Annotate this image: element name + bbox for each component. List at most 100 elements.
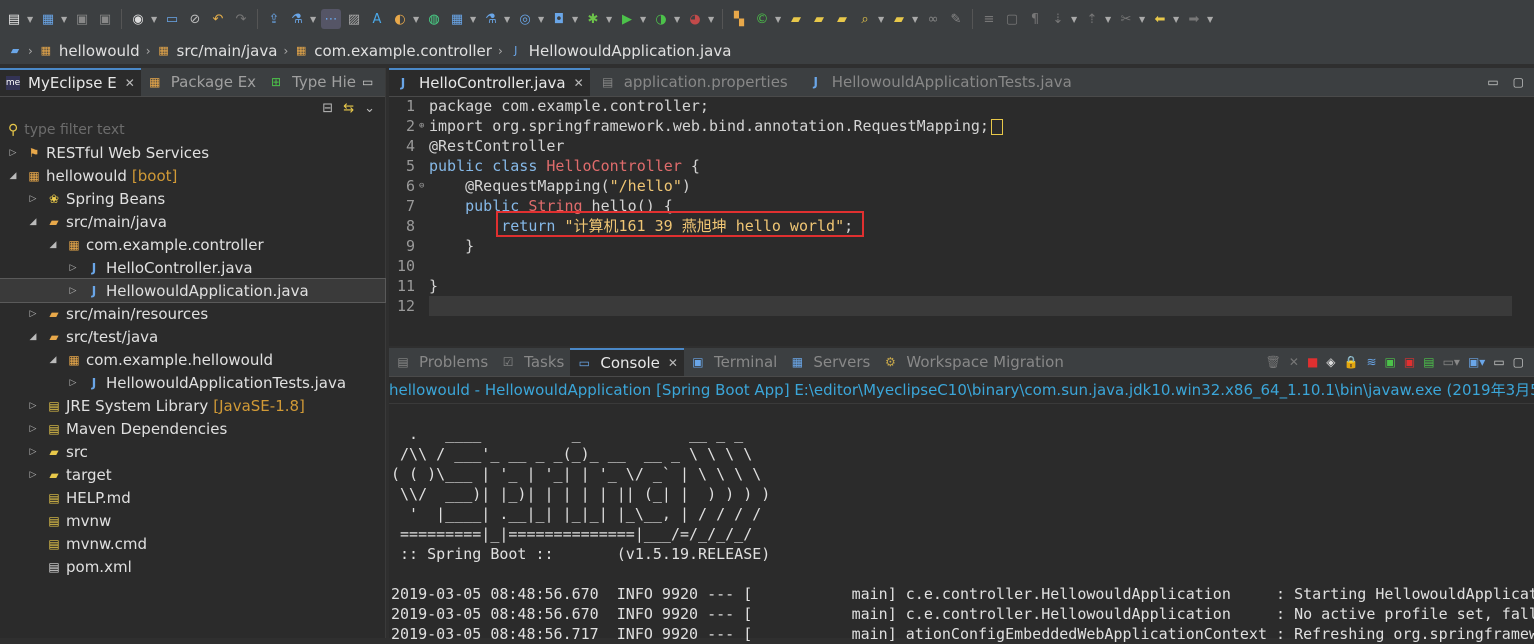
undo-icon[interactable]: ↶ [208,9,228,29]
display-icon[interactable]: ▭ [162,9,182,29]
code-line[interactable]: 1 package com.example.controller; [389,96,1534,116]
code-line[interactable]: 9 } [389,236,1534,256]
expanded-arrow-icon[interactable]: ◢ [28,217,38,227]
new-class-icon[interactable]: ▦ [38,9,58,29]
run-icon[interactable]: ▶ [617,9,637,29]
new-package-icon[interactable]: ▚ [729,9,749,29]
word-wrap-icon[interactable]: ≋ [1366,355,1376,369]
tree-item[interactable]: ▷ ⚑ RESTful Web Services [0,141,385,164]
chevron-down-icon[interactable]: ▼ [1207,15,1215,24]
collapsed-arrow-icon[interactable]: ▷ [28,194,38,204]
chevron-down-icon[interactable]: ▼ [470,15,478,24]
chevron-down-icon[interactable]: ▼ [1105,15,1113,24]
fold-toggle-icon[interactable]: ⊕ [419,116,429,136]
close-icon[interactable]: ✕ [668,356,678,370]
clear-console-icon[interactable]: ◈ [1326,355,1335,369]
collapsed-arrow-icon[interactable]: ▷ [68,286,78,296]
tab-application-properties[interactable]: ▤ application.properties [590,68,794,96]
open-type-icon[interactable]: ▰ [809,9,829,29]
next-annotation-icon[interactable]: ⇣ [1048,9,1068,29]
run-config-icon[interactable]: ◑ [651,9,671,29]
tree-item[interactable]: ◢ ▦ com.example.controller [0,233,385,256]
close-icon[interactable]: ✕ [574,76,584,90]
code-line[interactable]: 10 [389,256,1534,276]
globe-icon[interactable]: ◎ [515,9,535,29]
open-console-icon[interactable]: ▣▾ [1468,355,1485,369]
chevron-down-icon[interactable]: ▼ [1173,15,1181,24]
tab-terminal[interactable]: ▣ Terminal [684,348,783,376]
link-with-editor-icon[interactable]: ⇆ [343,101,354,116]
collapsed-arrow-icon[interactable]: ▷ [28,424,38,434]
chart-icon[interactable]: ▨ [344,9,364,29]
chevron-down-icon[interactable]: ▼ [912,15,920,24]
new-icon[interactable]: ▤ [4,9,24,29]
chevron-down-icon[interactable]: ▼ [151,15,159,24]
upload-icon[interactable]: ⇪ [264,9,284,29]
minimize-icon[interactable]: ▭ [1493,355,1504,369]
maximize-icon[interactable]: ▢ [1513,75,1524,89]
link-icon[interactable]: ∞ [923,9,943,29]
breadcrumb-item-source[interactable]: src/main/java [177,42,278,60]
console-output[interactable]: . ____ _ __ _ _ /\\ / ___'_ __ _ _(_)_ _… [389,404,1534,644]
tree-item[interactable]: ▤ pom.xml [0,555,385,578]
tree-item[interactable]: ▷ ▤ Maven Dependencies [0,417,385,440]
chevron-down-icon[interactable]: ▼ [606,15,614,24]
tree-item[interactable]: ▷ ▰ src [0,440,385,463]
breadcrumb-item-package[interactable]: com.example.controller [314,42,492,60]
back-icon[interactable]: ⬅ [1150,9,1170,29]
code-line[interactable]: 2 ⊕ import org.springframework.web.bind.an… [389,116,1534,136]
tree-item[interactable]: ▤ mvnw [0,509,385,532]
palette-icon[interactable]: ◐ [390,9,410,29]
tab-hellocontroller[interactable]: J HelloController.java ✕ [389,68,590,96]
debug-icon[interactable]: ⊘ [185,9,205,29]
chevron-down-icon[interactable]: ▼ [572,15,580,24]
remove-all-icon[interactable]: ✕ [1289,355,1299,369]
pin-icon[interactable]: ✂ [1116,9,1136,29]
expanded-arrow-icon[interactable]: ◢ [28,332,38,342]
expanded-arrow-icon[interactable]: ◢ [48,355,58,365]
save-all-icon[interactable]: ▣ [95,9,115,29]
minimize-icon[interactable]: ▭ [362,75,373,89]
terminate-icon[interactable]: ■ [1307,355,1318,369]
tree-item[interactable]: ◢ ▰ src/main/java [0,210,385,233]
chevron-down-icon[interactable]: ▼ [504,15,512,24]
chevron-down-icon[interactable]: ▼ [674,15,682,24]
show-stderr-icon[interactable]: ▣ [1404,355,1415,369]
filter-bar[interactable]: ⚲ type filter text [0,119,385,141]
format-icon[interactable]: ≡ [979,9,999,29]
forward-icon[interactable]: ➡ [1184,9,1204,29]
code-line[interactable]: 5 public class HelloController { [389,156,1534,176]
code-line[interactable]: 12 [389,296,1534,316]
collapsed-arrow-icon[interactable]: ▷ [28,470,38,480]
block-icon[interactable]: ▢ [1002,9,1022,29]
expanded-arrow-icon[interactable]: ◢ [8,171,18,181]
maximize-icon[interactable]: ▢ [1513,355,1524,369]
tree-item[interactable]: ◢ ▦ com.example.hellowould [0,348,385,371]
collapsed-arrow-icon[interactable]: ▷ [8,148,18,158]
pin-console-icon[interactable]: ▤ [1423,355,1434,369]
code-area[interactable]: 1 package com.example.controller; 2 ⊕ import… [389,96,1534,316]
tab-type-hierarchy[interactable]: ⊞ Type Hie [262,68,362,96]
filter-input-placeholder[interactable]: type filter text [24,122,124,138]
chevron-down-icon[interactable]: ▼ [1071,15,1079,24]
collapsed-arrow-icon[interactable]: ▷ [28,309,38,319]
minimize-icon[interactable]: ▭ [1487,75,1498,89]
redo-icon[interactable]: ↷ [231,9,251,29]
breadcrumb-item-file[interactable]: HellowouldApplication.java [529,42,732,60]
new-java-class-icon[interactable]: © [752,9,772,29]
tab-workspace-migration[interactable]: ⚙ Workspace Migration [876,348,1069,376]
tab-problems[interactable]: ▤ Problems [389,348,494,376]
chevron-down-icon[interactable]: ▼ [1139,15,1147,24]
open-task-icon[interactable]: ▰ [832,9,852,29]
tree-item[interactable]: ▷ ▰ target [0,463,385,486]
record-icon[interactable]: ◍ [424,9,444,29]
collapsed-imports-marker[interactable] [990,118,1003,135]
tab-hellowouldapplicationtests[interactable]: J HellowouldApplicationTests.java [794,68,1078,96]
code-line[interactable]: 4 @RestController [389,136,1534,156]
tree-item[interactable]: ◢ ▦ hellowould [boot] [0,164,385,187]
code-line[interactable]: 11} [389,276,1534,296]
grid-icon[interactable]: ▦ [447,9,467,29]
tab-myeclipse-explorer[interactable]: me MyEclipse E ✕ [0,68,141,96]
view-menu-icon[interactable]: ⌄ [364,101,375,116]
folder-search-icon[interactable]: ▰ [889,9,909,29]
